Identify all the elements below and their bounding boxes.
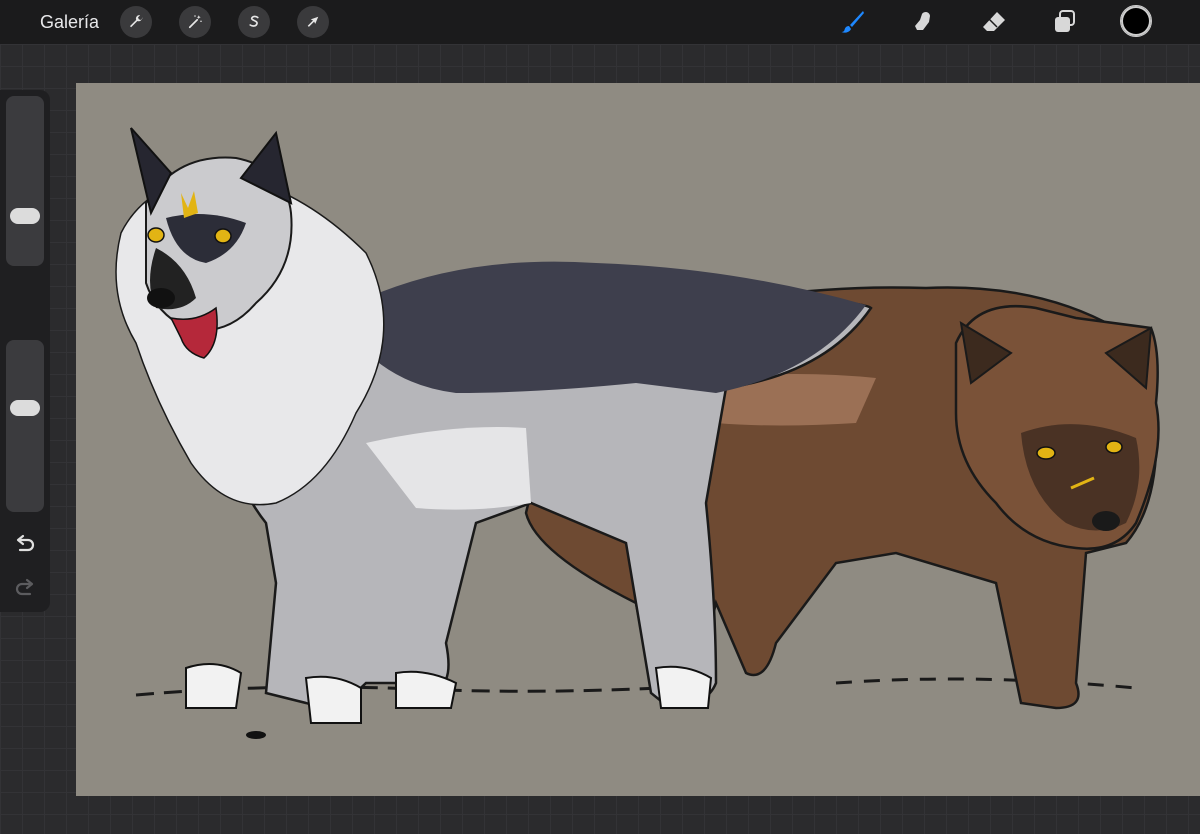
eraser-tool-button[interactable] — [978, 6, 1010, 38]
adjustments-button[interactable] — [179, 6, 211, 38]
smudge-finger-icon — [915, 12, 930, 30]
actions-button[interactable] — [120, 6, 152, 38]
undo-icon[interactable] — [13, 533, 37, 557]
magic-wand-icon — [188, 15, 202, 29]
layers-icon — [1055, 10, 1075, 32]
brush-icon — [841, 11, 864, 33]
brush-opacity-thumb[interactable] — [10, 400, 40, 416]
wrench-icon — [130, 15, 143, 28]
selection-s-icon — [249, 15, 259, 27]
color-picker-button[interactable] — [1120, 5, 1152, 37]
smudge-tool-button[interactable] — [907, 6, 939, 38]
paint-tool-button[interactable] — [836, 6, 868, 38]
gallery-button[interactable]: Galería — [40, 12, 99, 33]
brush-size-thumb[interactable] — [10, 208, 40, 224]
layers-button[interactable] — [1049, 6, 1081, 38]
left-sidebar — [0, 90, 50, 612]
wolf-drawing-illustration — [115, 127, 1160, 739]
drawing-canvas[interactable] — [76, 83, 1200, 796]
eraser-icon — [983, 12, 1005, 31]
transform-button[interactable] — [297, 6, 329, 38]
redo-icon[interactable] — [13, 577, 37, 601]
brush-opacity-slider[interactable] — [6, 340, 44, 512]
top-toolbar: Galería — [0, 0, 1200, 44]
selection-button[interactable] — [238, 6, 270, 38]
arrow-cursor-icon — [307, 16, 319, 27]
brush-size-slider[interactable] — [6, 96, 44, 266]
